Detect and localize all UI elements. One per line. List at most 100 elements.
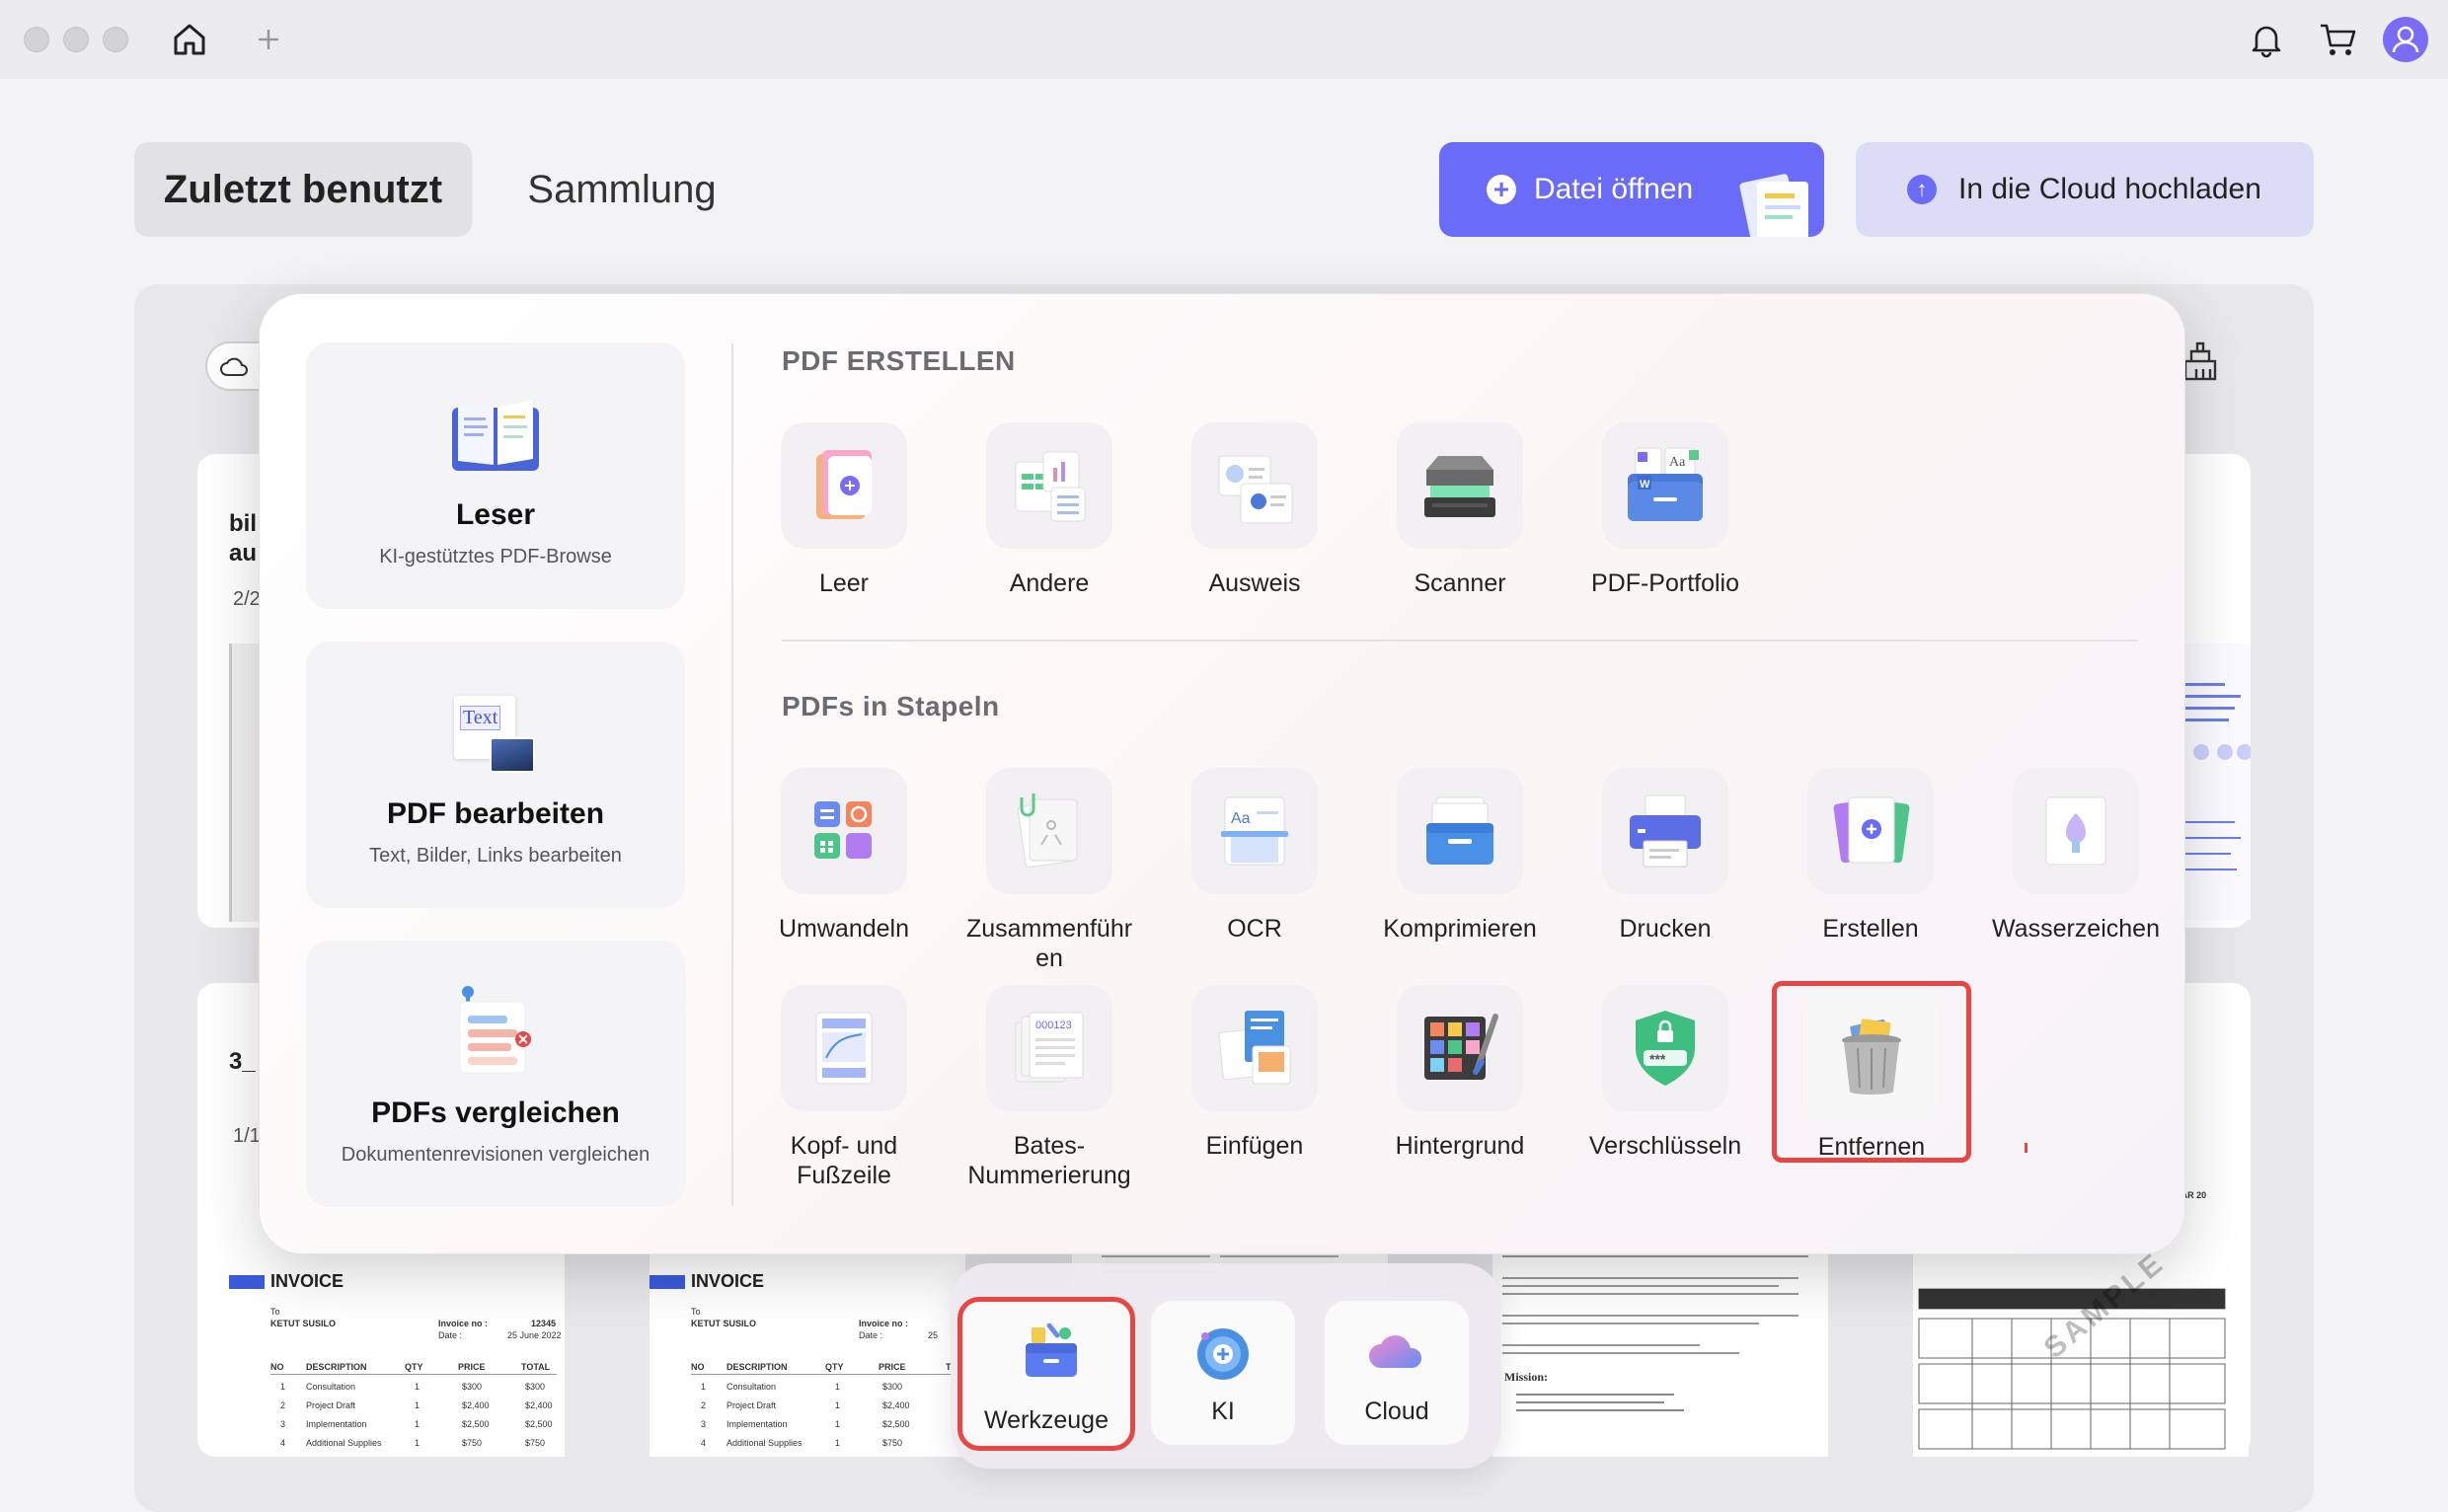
tool-convert[interactable]: Umwandeln	[740, 768, 948, 944]
tool-compress[interactable]: Komprimieren	[1356, 768, 1564, 944]
dock-cloud-button[interactable]: Cloud	[1325, 1301, 1469, 1445]
invoice-1-col-desc: DESCRIPTION	[306, 1362, 367, 1372]
compare-documents-icon	[459, 986, 531, 1074]
bell-icon[interactable]	[2247, 20, 2286, 59]
clean-brush-icon[interactable]	[2180, 340, 2223, 388]
window-close-button[interactable]	[24, 27, 49, 52]
tool-scanner[interactable]: Scanner	[1356, 422, 1564, 598]
tool-id-label: Ausweis	[1208, 569, 1301, 597]
svg-text:W: W	[1640, 479, 1650, 491]
invoice-1-col-no: NO	[270, 1362, 284, 1372]
window-minimize-button[interactable]	[63, 27, 89, 52]
file-card-3-thumb	[2181, 643, 2253, 920]
tool-header-footer[interactable]: Kopf- und Fußzeile	[740, 985, 948, 1190]
invoice-2-cell: Consultation	[727, 1382, 777, 1392]
cart-icon[interactable]	[2318, 20, 2359, 59]
plus-icon[interactable]	[255, 26, 282, 53]
tool-convert-label: Umwandeln	[778, 915, 909, 943]
invoice-2-cell: $750	[882, 1438, 903, 1448]
invoice-1-cell: $300	[525, 1382, 546, 1392]
tool-remove[interactable]: Entfernen	[1772, 981, 1971, 1163]
invoice-2-bar	[650, 1275, 685, 1289]
tab-collection[interactable]: Sammlung	[513, 142, 730, 237]
invoice-2-cell: Project Draft	[727, 1400, 777, 1410]
cloud-outline-icon	[220, 357, 248, 376]
invoice-2-cell: 1	[701, 1382, 707, 1392]
invoice-1-cell: 3	[280, 1419, 286, 1429]
open-file-button[interactable]: + Datei öffnen	[1439, 142, 1824, 237]
tool-create-label: Erstellen	[1822, 915, 1919, 943]
doc-4-mission: Mission:	[1504, 1370, 1549, 1384]
tool-id[interactable]: Ausweis	[1151, 422, 1358, 598]
invoice-1-cell: $2,400	[525, 1400, 553, 1410]
invoice-1-bar	[229, 1275, 265, 1289]
tool-insert[interactable]: Einfügen	[1151, 985, 1358, 1161]
upload-cloud-label: In die Cloud hochladen	[1958, 173, 2261, 205]
invoice-2-cell: Implementation	[727, 1419, 788, 1429]
invoice-1-cell: $2,400	[462, 1400, 490, 1410]
tool-blank[interactable]: Leer	[740, 422, 948, 598]
documents-icon	[1739, 174, 1808, 237]
scanner-icon	[1424, 456, 1495, 517]
svg-text:000123: 000123	[1035, 1020, 1072, 1031]
invoice-2-col: NO	[691, 1362, 705, 1372]
tool-insert-label: Einfügen	[1205, 1132, 1304, 1160]
user-avatar-icon[interactable]	[2383, 17, 2428, 62]
invoice-1-title: INVOICE	[270, 1271, 344, 1291]
merge-icon	[1017, 794, 1078, 869]
tool-background[interactable]: Hintergrund	[1356, 985, 1564, 1161]
mode-reader-subtitle: KI-gestütztes PDF-Browse	[379, 546, 612, 567]
dock-ai-button[interactable]: KI	[1151, 1301, 1295, 1445]
id-card-icon	[1218, 455, 1293, 524]
trash-icon	[1842, 1019, 1901, 1095]
tool-create[interactable]: Erstellen	[1767, 768, 1974, 944]
tool-bates[interactable]: 000123 Bates- Nummerierung	[946, 985, 1153, 1190]
file-card-2-name: 3_	[229, 1048, 256, 1075]
panel-vertical-divider	[731, 343, 733, 1206]
tool-merge[interactable]: Zusammenführ en	[946, 768, 1153, 973]
tool-watermark[interactable]: Wasserzeichen	[1972, 768, 2180, 944]
title-bar	[0, 0, 2448, 79]
tab-recent[interactable]: Zuletzt benutzt	[134, 142, 472, 237]
mode-edit-subtitle: Text, Bilder, Links bearbeiten	[369, 845, 622, 867]
tool-ocr-label: OCR	[1227, 915, 1282, 943]
invoice-2-no-label: Invoice no :	[859, 1319, 909, 1328]
create-section-title: PDF ERSTELLEN	[782, 345, 1016, 376]
tool-watermark-label: Wasserzeichen	[1992, 915, 2160, 943]
invoice-2-cell: 4	[701, 1438, 707, 1448]
mode-card-compare[interactable]: PDFs vergleichen Dokumentenrevisionen ve…	[306, 941, 685, 1207]
tool-print-label: Drucken	[1619, 915, 1712, 943]
mode-card-edit[interactable]: Text PDF bearbeiten Text, Bilder, Links …	[306, 642, 685, 908]
dock-ai-label: KI	[1211, 1398, 1235, 1425]
printer-icon	[1630, 794, 1701, 868]
home-icon[interactable]	[170, 20, 209, 59]
toolbox-icon	[1026, 1323, 1077, 1377]
invoice-1-cell: Project Draft	[306, 1400, 356, 1410]
tool-other-label: Andere	[1009, 569, 1090, 597]
convert-icon	[814, 801, 872, 859]
upload-cloud-button[interactable]: ↑ In die Cloud hochladen	[1856, 142, 2314, 237]
mode-card-reader[interactable]: Leser KI-gestütztes PDF-Browse	[306, 342, 685, 609]
invoice-2-cell: 1	[835, 1419, 841, 1429]
plus-circle-icon: +	[1487, 175, 1516, 204]
cloud-icon	[1369, 1335, 1422, 1368]
tool-ocr[interactable]: Aa OCR	[1151, 768, 1358, 944]
tool-portfolio-label: PDF-Portfolio	[1590, 569, 1740, 597]
invoice-1-cell: 1	[415, 1438, 421, 1448]
background-icon	[1424, 1014, 1498, 1080]
ocr-icon: Aa	[1221, 796, 1288, 866]
tool-other[interactable]: Andere	[946, 422, 1153, 598]
blank-pdf-icon	[816, 450, 872, 519]
dock-tools-button[interactable]: Werkzeuge	[957, 1297, 1135, 1451]
mode-reader-title: Leser	[455, 498, 536, 531]
tool-encrypt[interactable]: *** Verschlüsseln	[1562, 985, 1769, 1161]
tool-header-footer-label: Kopf- und Fußzeile	[790, 1132, 898, 1189]
tool-background-label: Hintergrund	[1395, 1132, 1525, 1160]
tool-portfolio[interactable]: Aa W PDF-Portfolio	[1562, 422, 1769, 598]
invoice-1-cell: Implementation	[306, 1419, 367, 1429]
cursor-mark	[2025, 1143, 2027, 1153]
invoice-1-col-total: TOTAL	[521, 1362, 551, 1372]
tool-print[interactable]: Drucken	[1562, 768, 1769, 944]
window-zoom-button[interactable]	[103, 27, 128, 52]
other-formats-icon	[1015, 451, 1086, 522]
